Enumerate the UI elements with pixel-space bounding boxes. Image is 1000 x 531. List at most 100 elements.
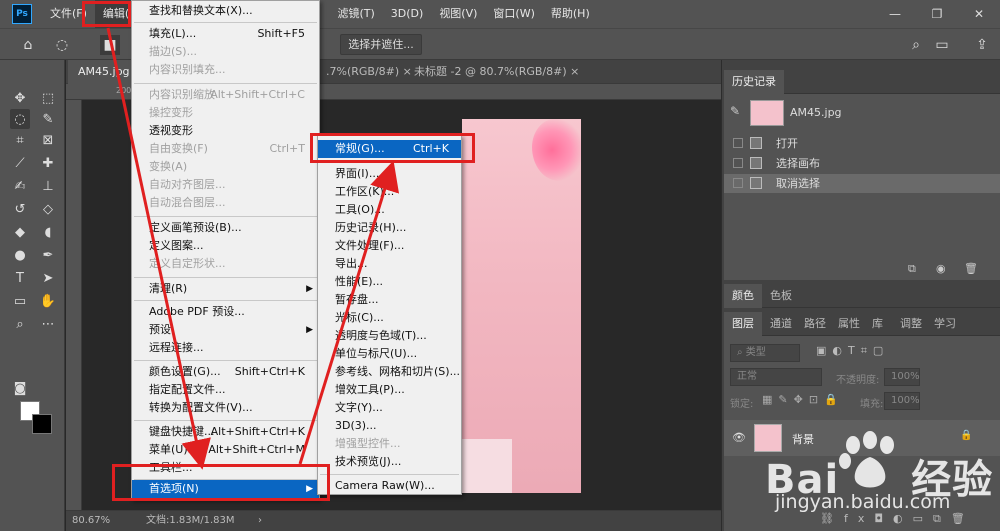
tab-close-icon[interactable]: × [570, 65, 579, 78]
history-step-open[interactable]: 打开 [724, 134, 1000, 153]
menu-keyboard-shortcuts[interactable]: 键盘快捷键... Alt+Shift+Ctrl+K [132, 423, 319, 441]
more-tools-icon[interactable]: ⋯ [38, 314, 58, 334]
pref-plugins[interactable]: 增效工具(P)... [318, 381, 461, 399]
type-tool-icon[interactable]: T [10, 268, 30, 288]
blend-mode-select[interactable]: 正常 [730, 368, 822, 386]
pref-tools[interactable]: 工具(O)... [318, 201, 461, 219]
pref-export[interactable]: 导出... [318, 255, 461, 273]
pref-type[interactable]: 文字(Y)... [318, 399, 461, 417]
tab-swatches[interactable]: 色板 [762, 284, 800, 308]
menu-color-settings[interactable]: 颜色设置(G)... Shift+Ctrl+K [132, 363, 319, 381]
menu-view[interactable]: 视图(V) [431, 0, 485, 28]
history-brush-icon[interactable]: ↺ [10, 199, 30, 219]
lasso-preset-icon[interactable]: ◌ [52, 35, 72, 55]
quick-select-tool-icon[interactable]: ✎ [38, 109, 58, 129]
healing-brush-icon[interactable]: ✚ [38, 153, 58, 173]
menu-auto-blend[interactable]: 自动混合图层... [132, 194, 319, 212]
menu-auto-align[interactable]: 自动对齐图层... [132, 176, 319, 194]
eyedropper-tool-icon[interactable]: ⟋ [10, 153, 30, 173]
tab-channels[interactable]: 通道 [762, 312, 800, 336]
pref-transparency[interactable]: 透明度与色域(T)... [318, 327, 461, 345]
tab-untitled-2[interactable]: 未标题 -2 @ 80.7%(RGB/8#) × [404, 60, 589, 84]
pref-performance[interactable]: 性能(E)... [318, 273, 461, 291]
pref-interface[interactable]: 界面(I)... [318, 165, 461, 183]
document-image[interactable] [462, 119, 581, 493]
pref-file-handling[interactable]: 文件处理(F)... [318, 237, 461, 255]
fill-field[interactable]: 100% [884, 392, 920, 410]
search-icon[interactable]: ⌕ [906, 35, 926, 55]
pref-units-rulers[interactable]: 单位与标尺(U)... [318, 345, 461, 363]
menu-define-pattern[interactable]: 定义图案... [132, 237, 319, 255]
marquee-tool-icon[interactable]: ⬚ [38, 88, 58, 108]
tab-am45[interactable]: AM45.jpg [68, 60, 140, 84]
tab-learn[interactable]: 学习 [926, 312, 964, 336]
crop-tool-icon[interactable]: ⌗ [10, 130, 30, 150]
menu-transform[interactable]: 变换(A) [132, 158, 319, 176]
chevron-right-icon[interactable]: › [258, 511, 262, 531]
menu-convert-profile[interactable]: 转换为配置文件(V)... [132, 399, 319, 417]
pref-enhanced-controls[interactable]: 增强型控件... [318, 435, 461, 453]
blur-tool-icon[interactable]: ◖ [38, 222, 58, 242]
pref-workspace[interactable]: 工作区(K)... [318, 183, 461, 201]
quick-mask-icon[interactable]: ◙ [10, 378, 30, 398]
menu-help[interactable]: 帮助(H) [543, 0, 598, 28]
brush-tool-icon[interactable]: ✍ [10, 176, 30, 196]
pref-cursors[interactable]: 光标(C)... [318, 309, 461, 327]
stamp-tool-icon[interactable]: ⊥ [38, 176, 58, 196]
path-select-icon[interactable]: ➤ [38, 268, 58, 288]
paint-bucket-icon[interactable]: ◆ [10, 222, 30, 242]
menu-assign-profile[interactable]: 指定配置文件... [132, 381, 319, 399]
menu-perspective-warp[interactable]: 透视变形 [132, 122, 319, 140]
lock-icons[interactable]: ▦✎✥⊡🔒 [762, 393, 844, 406]
vertical-ruler[interactable] [66, 100, 82, 510]
history-brush-source-icon[interactable]: ✎ [730, 104, 742, 118]
menu-menus[interactable]: 菜单(U)... Alt+Shift+Ctrl+M [132, 441, 319, 459]
tab-properties[interactable]: 属性 [830, 312, 868, 336]
menu-define-shape[interactable]: 定义自定形状... [132, 255, 319, 273]
pref-3d[interactable]: 3D(3)... [318, 417, 461, 435]
zoom-tool-icon[interactable]: ⌕ [10, 314, 30, 334]
layer-filter-icons[interactable]: ▣◐T⌗▢ [816, 344, 889, 358]
eraser-tool-icon[interactable]: ◇ [38, 199, 58, 219]
new-document-from-state-icon[interactable]: ⧉ [908, 262, 916, 276]
new-selection-icon[interactable]: ■ [100, 35, 120, 55]
workspace-icon[interactable]: ▭ [932, 35, 952, 55]
menu-filter[interactable]: 滤镜(T) [329, 0, 382, 28]
menu-stroke[interactable]: 描边(S)... [132, 43, 319, 61]
pref-guides-grid[interactable]: 参考线、网格和切片(S)... [318, 363, 461, 381]
tab-adjustments[interactable]: 调整 [892, 312, 930, 336]
menu-remote-connections[interactable]: 远程连接... [132, 339, 319, 357]
menu-fill[interactable]: 填充(L)... Shift+F5 [132, 25, 319, 43]
menu-content-aware-scale[interactable]: 内容识别缩放 Alt+Shift+Ctrl+C [132, 86, 319, 104]
select-and-mask-button[interactable]: 选择并遮住... [340, 34, 422, 55]
menu-presets[interactable]: 预设 ▶ [132, 321, 319, 339]
background-color-swatch[interactable] [32, 414, 52, 434]
layer-kind-filter[interactable]: ⌕ 类型 [730, 344, 800, 362]
visibility-eye-icon[interactable]: 👁 [732, 431, 746, 444]
opacity-field[interactable]: 100% [884, 368, 920, 386]
pref-scratch-disks[interactable]: 暂存盘... [318, 291, 461, 309]
home-icon[interactable]: ⌂ [18, 35, 38, 55]
trash-icon[interactable]: 🗑 [964, 262, 978, 275]
menu-pdf-presets[interactable]: Adobe PDF 预设... [132, 303, 319, 321]
menu-window[interactable]: 窗口(W) [485, 0, 542, 28]
tab-color[interactable]: 颜色 [724, 284, 762, 308]
camera-snapshot-icon[interactable]: ◉ [936, 262, 946, 275]
tab-layers[interactable]: 图层 [724, 312, 762, 336]
tab-history[interactable]: 历史记录 [724, 70, 784, 94]
tab-libraries[interactable]: 库 [864, 312, 891, 336]
pref-history[interactable]: 历史记录(H)... [318, 219, 461, 237]
menu-puppet-warp[interactable]: 操控变形 [132, 104, 319, 122]
dodge-tool-icon[interactable]: ● [10, 245, 30, 265]
pen-tool-icon[interactable]: ✒ [38, 245, 58, 265]
menu-3d[interactable]: 3D(D) [383, 0, 432, 28]
menu-content-aware-fill[interactable]: 内容识别填充... [132, 61, 319, 79]
history-step-deselect[interactable]: 取消选择 [724, 174, 1000, 193]
tab-paths[interactable]: 路径 [796, 312, 834, 336]
hand-tool-icon[interactable]: ✋ [38, 291, 58, 311]
pref-camera-raw[interactable]: Camera Raw(W)... [318, 477, 461, 495]
lasso-tool-icon[interactable]: ◌ [10, 109, 30, 129]
minimize-icon[interactable]: — [874, 0, 916, 28]
pref-tech-previews[interactable]: 技术预览(J)... [318, 453, 461, 471]
menu-find-replace[interactable]: 查找和替换文本(X)... [132, 2, 319, 20]
